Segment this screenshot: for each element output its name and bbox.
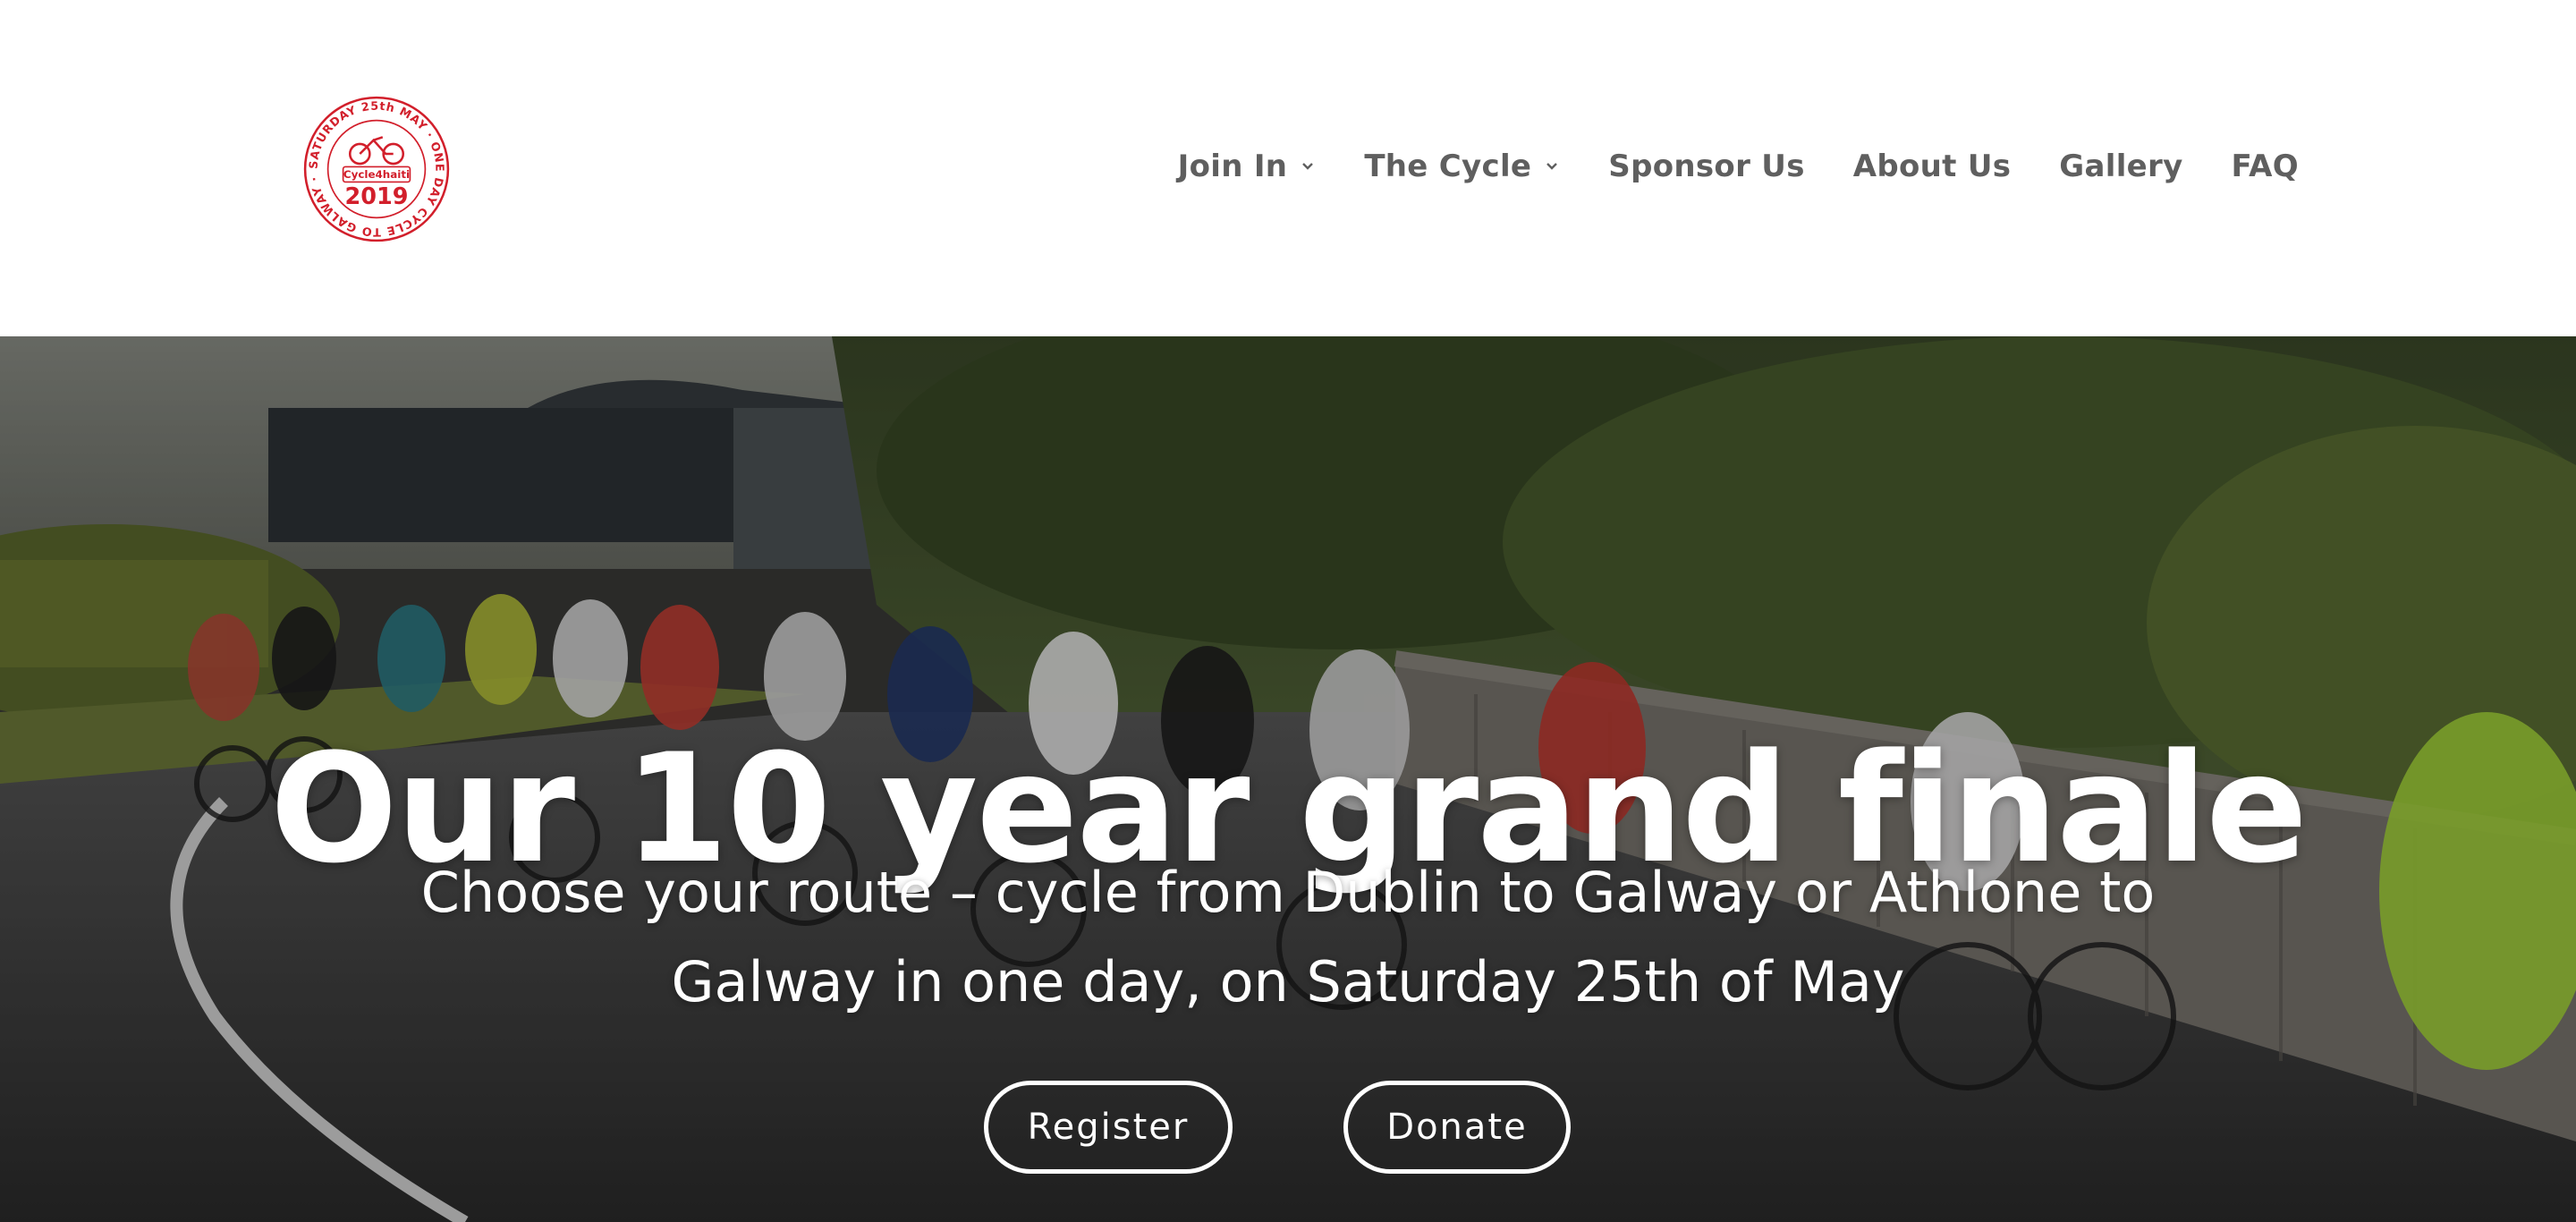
nav-item-label: FAQ (2231, 149, 2299, 184)
main-nav: Join In The Cycle Sponsor Us About Us Ga… (1178, 143, 2299, 190)
nav-item-label: Gallery (2059, 149, 2183, 184)
donate-button[interactable]: Donate (1343, 1081, 1571, 1174)
nav-item-join-in[interactable]: Join In (1178, 149, 1317, 184)
nav-item-label: The Cycle (1364, 149, 1532, 184)
nav-item-label: Join In (1177, 149, 1288, 184)
hero-section: Our 10 year grand finale Choose your rou… (0, 336, 2576, 1222)
nav-item-about-us[interactable]: About Us (1853, 149, 2012, 184)
chevron-down-icon (1544, 158, 1560, 174)
nav-item-gallery[interactable]: Gallery (2059, 149, 2182, 184)
chevron-down-icon (1300, 158, 1316, 174)
hero-buttons: Register Donate (0, 1081, 2576, 1174)
hero-subtitle: Choose your route – cycle from Dublin to… (420, 860, 2156, 1014)
nav-item-label: About Us (1852, 149, 2012, 184)
nav-item-sponsor-us[interactable]: Sponsor Us (1608, 149, 1804, 184)
register-button[interactable]: Register (984, 1081, 1233, 1174)
nav-item-faq[interactable]: FAQ (2232, 149, 2299, 184)
svg-text:Cycle4haiti: Cycle4haiti (343, 168, 410, 181)
nav-item-label: Sponsor Us (1608, 149, 1805, 184)
nav-item-the-cycle[interactable]: The Cycle (1364, 149, 1560, 184)
svg-text:2019: 2019 (345, 183, 409, 210)
site-logo[interactable]: SATURDAY 25th MAY · ONE DAY CYCLE TO GAL… (301, 93, 453, 245)
site-header: SATURDAY 25th MAY · ONE DAY CYCLE TO GAL… (0, 0, 2576, 336)
cycle4haiti-logo-icon: SATURDAY 25th MAY · ONE DAY CYCLE TO GAL… (301, 93, 450, 242)
